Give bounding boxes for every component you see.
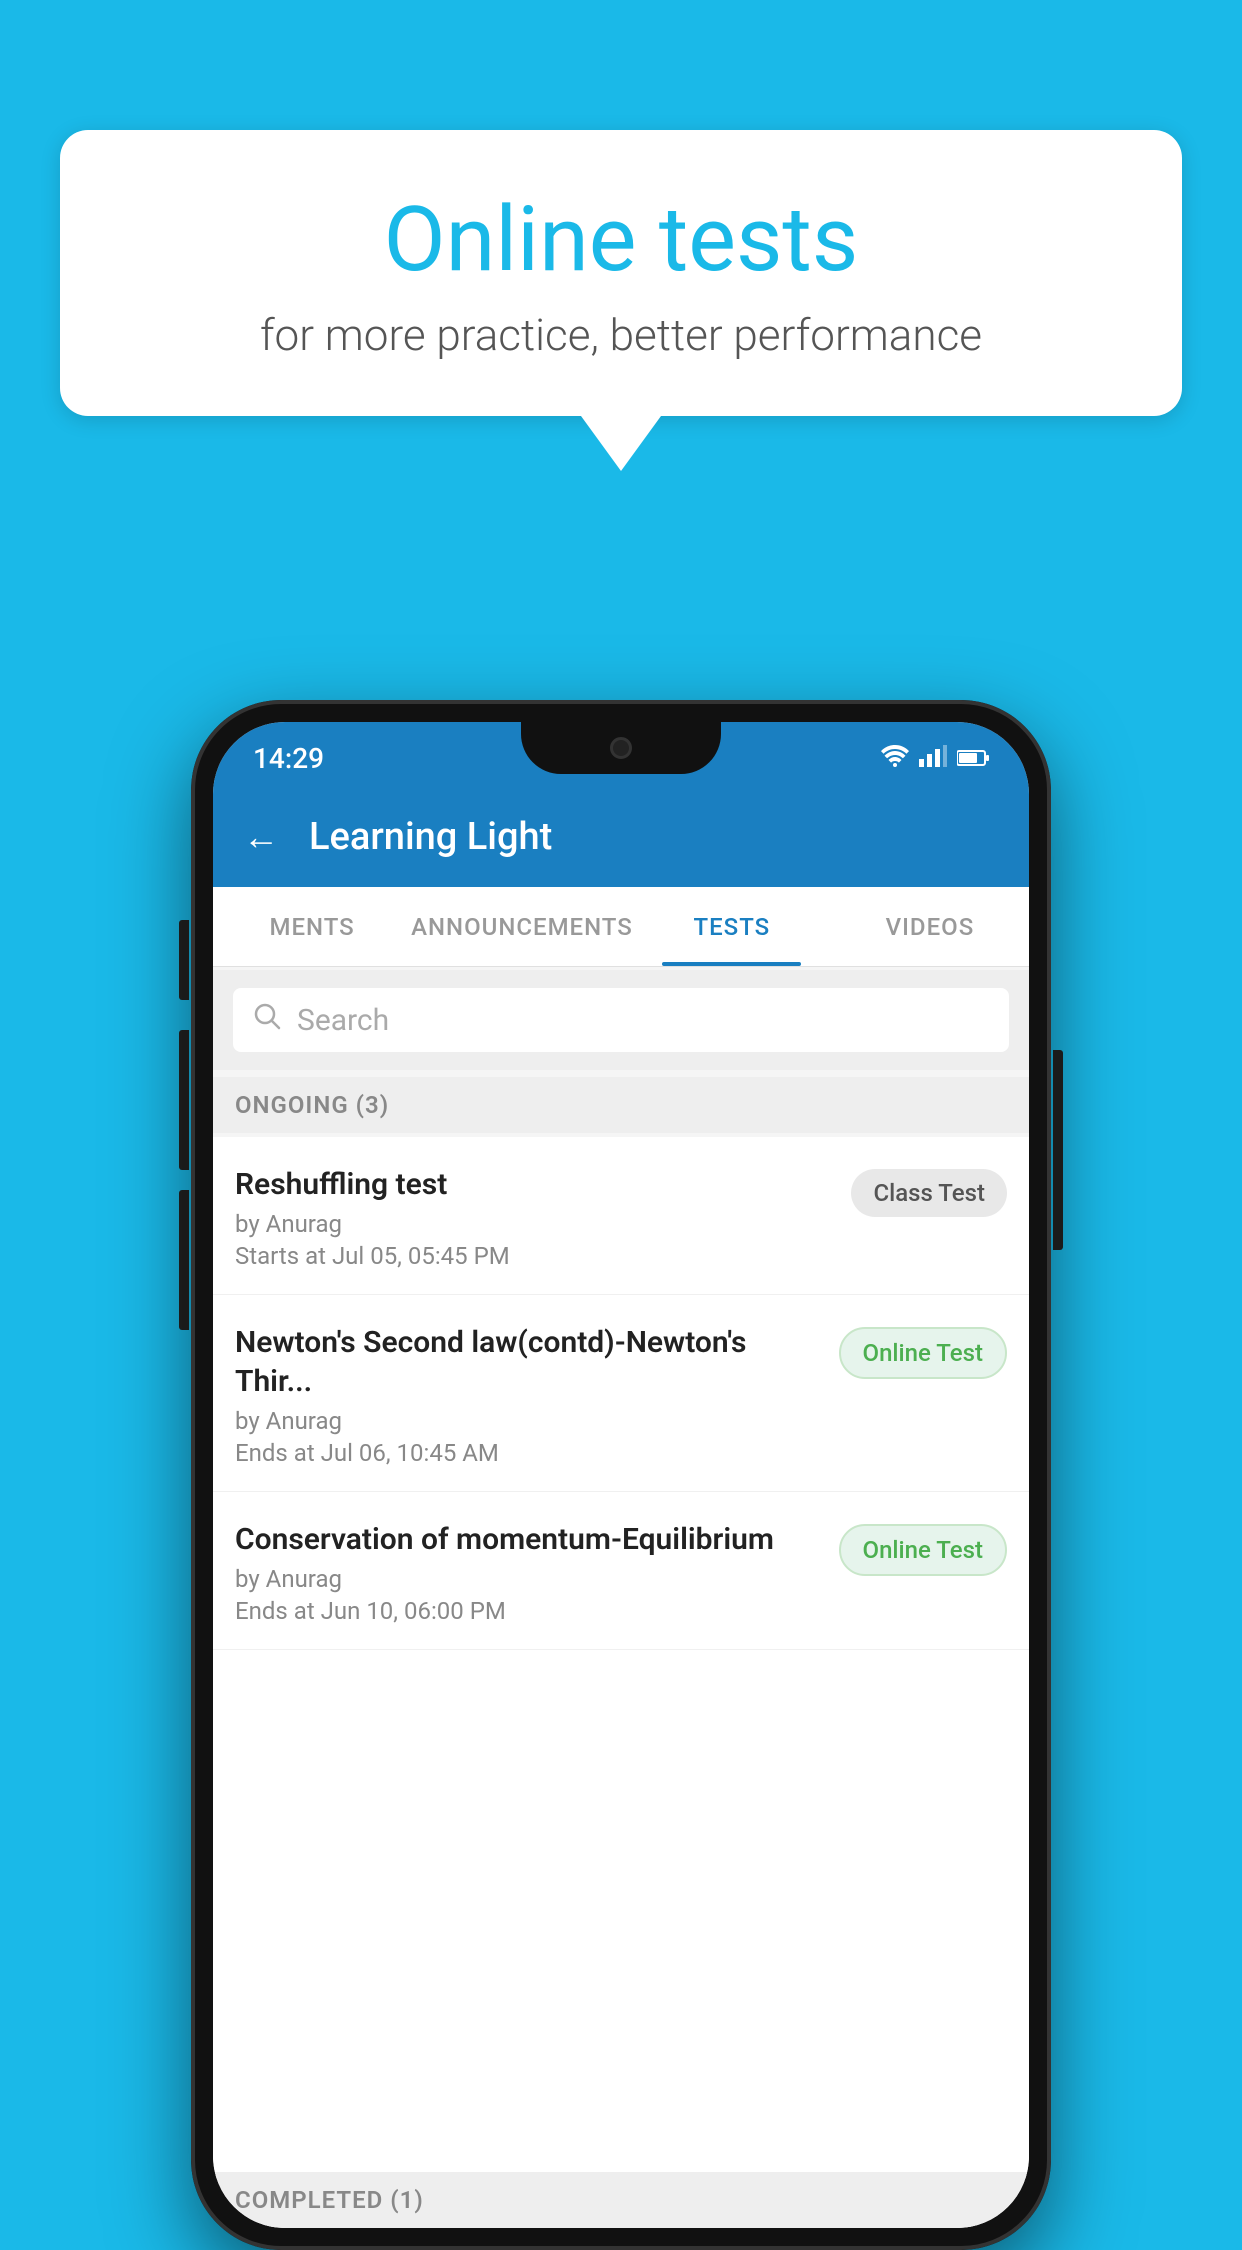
battery-icon [957,745,989,773]
speech-bubble-subtitle: for more practice, better performance [130,309,1112,361]
test-item-info: Newton's Second law(contd)-Newton's Thir… [235,1323,839,1467]
speech-bubble: Online tests for more practice, better p… [60,130,1182,416]
test-item-by: by Anurag [235,1407,819,1435]
test-item-newtons[interactable]: Newton's Second law(contd)-Newton's Thir… [213,1295,1029,1492]
tab-ments[interactable]: MENTS [213,887,411,966]
test-item-by: by Anurag [235,1565,819,1593]
phone-button-extra [179,1190,189,1330]
speech-bubble-title: Online tests [130,190,1112,289]
test-item-reshuffling[interactable]: Reshuffling test by Anurag Starts at Jul… [213,1137,1029,1295]
status-icons [881,745,989,773]
wifi-icon [881,745,909,773]
tabs-bar: MENTS ANNOUNCEMENTS TESTS VIDEOS [213,887,1029,967]
test-item-date: Ends at Jul 06, 10:45 AM [235,1439,819,1467]
phone-body: 14:29 [191,700,1051,2250]
status-time: 14:29 [253,742,324,775]
test-item-conservation[interactable]: Conservation of momentum-Equilibrium by … [213,1492,1029,1650]
test-item-date: Starts at Jul 05, 05:45 PM [235,1242,831,1270]
phone-button-power [1053,1050,1063,1250]
app-bar: ← Learning Light [213,787,1029,887]
tab-tests[interactable]: TESTS [633,887,831,966]
test-item-name: Newton's Second law(contd)-Newton's Thir… [235,1323,819,1401]
speech-bubble-arrow [581,416,661,471]
phone-button-volume-down [179,1030,189,1170]
phone-screen: 14:29 [213,722,1029,2228]
speech-bubble-container: Online tests for more practice, better p… [60,130,1182,471]
test-item-info: Conservation of momentum-Equilibrium by … [235,1520,839,1625]
phone-notch [521,722,721,774]
app-bar-title: Learning Light [309,815,552,859]
tab-announcements[interactable]: ANNOUNCEMENTS [411,887,633,966]
camera-icon [610,737,632,759]
test-badge-online: Online Test [839,1524,1007,1576]
phone-button-volume-up [179,920,189,1000]
test-badge-class: Class Test [851,1169,1007,1217]
back-button[interactable]: ← [243,816,279,858]
test-item-name: Reshuffling test [235,1165,831,1204]
test-badge-online: Online Test [839,1327,1007,1379]
test-item-name: Conservation of momentum-Equilibrium [235,1520,819,1559]
search-input[interactable]: Search [233,988,1009,1052]
search-placeholder: Search [297,1003,389,1038]
signal-icon [919,745,947,773]
tab-videos[interactable]: VIDEOS [831,887,1029,966]
test-item-by: by Anurag [235,1210,831,1238]
search-icon [253,1002,281,1038]
section-ongoing-label: ONGOING (3) [213,1077,1029,1133]
test-item-info: Reshuffling test by Anurag Starts at Jul… [235,1165,851,1270]
section-completed-label: COMPLETED (1) [213,2172,1029,2228]
test-item-date: Ends at Jun 10, 06:00 PM [235,1597,819,1625]
test-list: Reshuffling test by Anurag Starts at Jul… [213,1137,1029,2228]
search-bar: Search [213,970,1029,1070]
phone-mockup: 14:29 [191,700,1051,2250]
